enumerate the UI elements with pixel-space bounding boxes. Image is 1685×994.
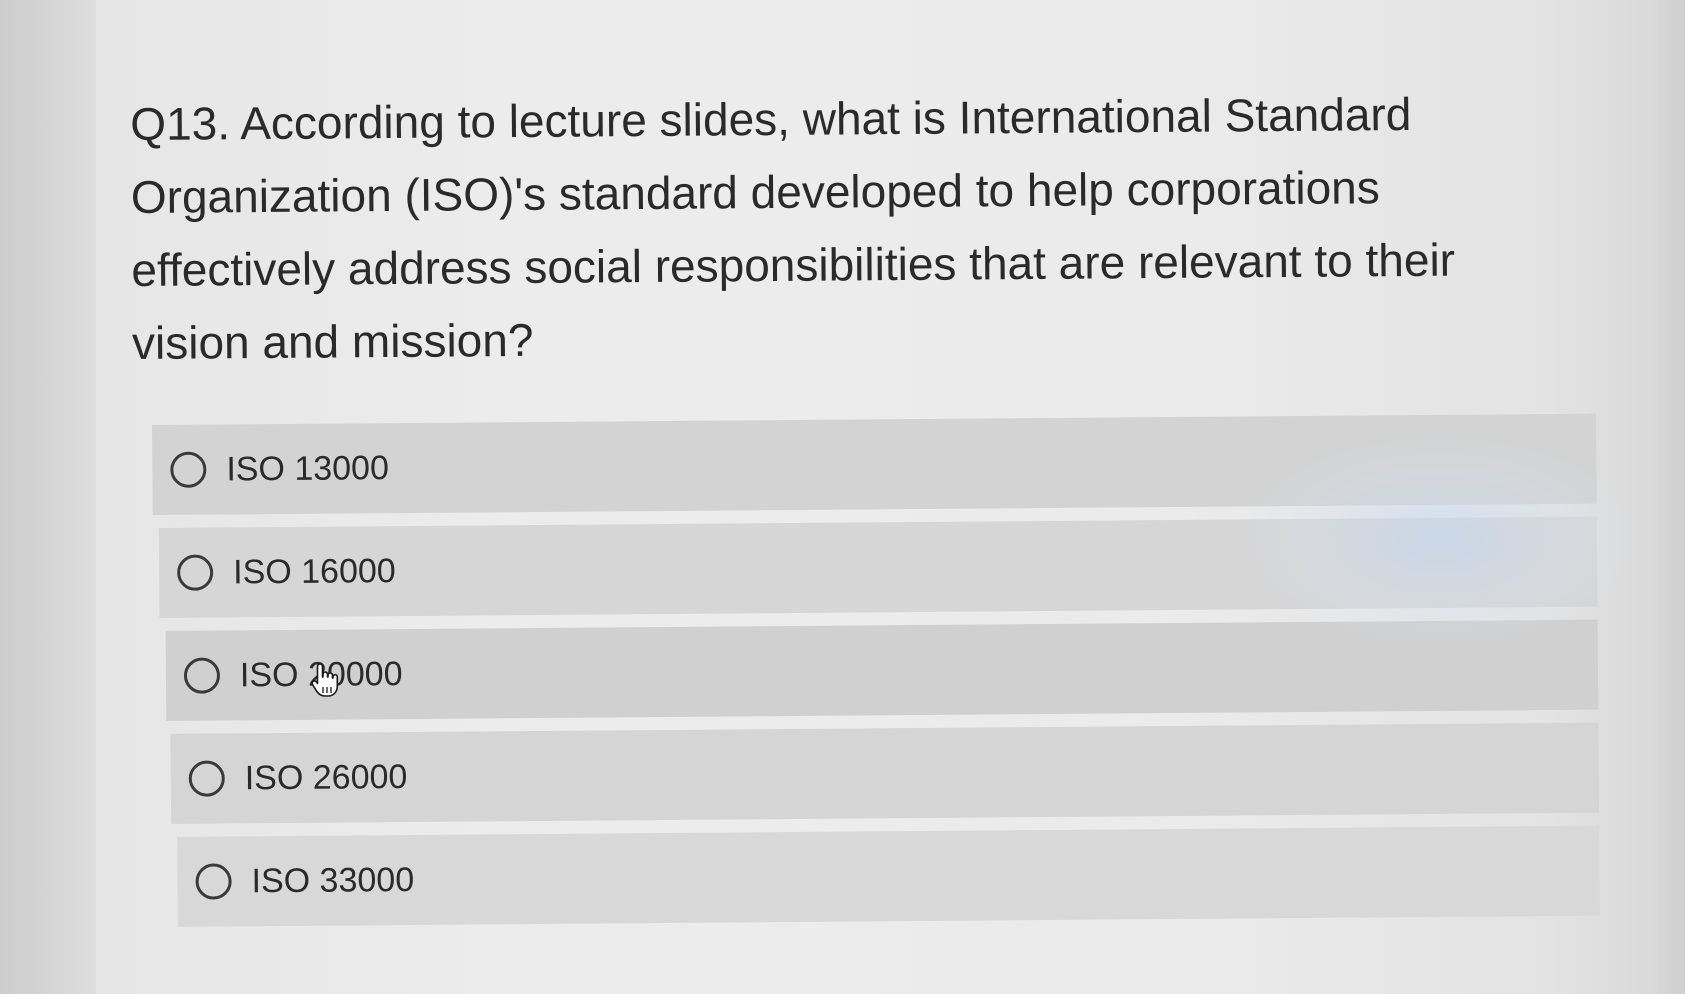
answer-option-2[interactable]: ISO 16000 — [158, 516, 1598, 618]
radio-button-icon[interactable] — [188, 760, 225, 797]
answer-option-label: ISO 16000 — [233, 551, 396, 591]
radio-button-icon[interactable] — [177, 554, 214, 591]
answer-option-4[interactable]: ISO 26000 — [170, 722, 1600, 824]
answer-option-3[interactable]: ISO 20000 — [165, 619, 1599, 721]
radio-button-icon[interactable] — [195, 863, 232, 900]
answer-option-label: ISO 20000 — [239, 654, 403, 694]
answer-option-5[interactable]: ISO 33000 — [177, 825, 1600, 927]
left-frame — [0, 0, 96, 994]
right-frame — [1649, 0, 1685, 994]
answer-option-1[interactable]: ISO 13000 — [152, 413, 1597, 515]
answer-option-label: ISO 26000 — [244, 757, 408, 797]
answer-option-label: ISO 13000 — [226, 448, 390, 488]
radio-button-icon[interactable] — [170, 451, 207, 488]
question-text: Q13. According to lecture slides, what i… — [130, 87, 1456, 369]
screen: Q13. According to lecture slides, what i… — [0, 0, 1685, 994]
radio-button-icon[interactable] — [183, 657, 221, 694]
answer-option-label: ISO 33000 — [251, 860, 415, 900]
answer-options: ISO 13000 ISO 16000 ISO 20000 ISO 26000 … — [152, 413, 1600, 940]
